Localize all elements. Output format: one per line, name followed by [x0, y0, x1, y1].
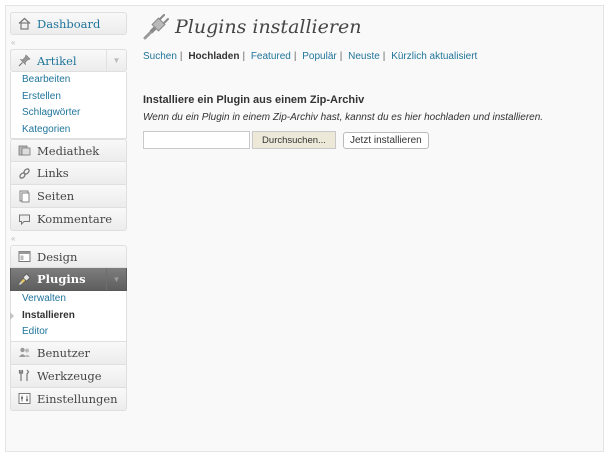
- subnav-separator: |: [339, 51, 343, 62]
- menu-label-artikel: Artikel: [37, 53, 77, 68]
- upload-form: Durchsuchen... Jetzt installieren: [143, 131, 583, 149]
- menu-separator[interactable]: «: [10, 35, 127, 49]
- menu-item-dashboard[interactable]: Dashboard: [10, 12, 127, 35]
- comment-icon: [17, 212, 31, 226]
- subnav-link-featured[interactable]: Featured: [251, 51, 291, 62]
- file-path-input[interactable]: [143, 131, 250, 149]
- menu-label-links: Links: [37, 166, 69, 180]
- menu-label-seiten: Seiten: [37, 189, 75, 203]
- menu-toggle-plugins[interactable]: ▼: [106, 268, 126, 290]
- settings-icon: [17, 392, 31, 406]
- submenu-item-erstellen[interactable]: Erstellen: [11, 89, 126, 106]
- plug-icon: [17, 272, 31, 286]
- menu-label-mediathek: Mediathek: [37, 143, 100, 158]
- submenu-plugins: Verwalten Installieren Editor: [10, 291, 127, 342]
- menu-label-benutzer: Benutzer: [37, 345, 91, 360]
- subnav-link-hochladen[interactable]: Hochladen: [188, 51, 239, 62]
- menu-label-plugins: Plugins: [37, 272, 86, 286]
- install-now-button[interactable]: Jetzt installieren: [343, 131, 429, 149]
- menu-item-kommentare[interactable]: Kommentare: [10, 208, 127, 231]
- menu-label-einstellungen: Einstellungen: [37, 391, 118, 406]
- subnav-link-neuste[interactable]: Neuste: [348, 51, 380, 62]
- media-icon: [17, 144, 31, 158]
- menu-item-werkzeuge[interactable]: Werkzeuge: [10, 364, 127, 388]
- browse-button[interactable]: Durchsuchen...: [252, 131, 336, 149]
- subnav-separator: |: [179, 51, 183, 62]
- design-icon: [17, 250, 31, 264]
- menu-toggle-artikel[interactable]: ▼: [106, 50, 126, 71]
- submenu-artikel: Bearbeiten Erstellen Schlagwörter Katego…: [10, 72, 127, 139]
- submenu-item-editor[interactable]: Editor: [11, 324, 126, 341]
- menu-item-plugins[interactable]: Plugins ▼: [10, 268, 127, 291]
- collapse-arrow-icon: «: [11, 234, 16, 243]
- menu-item-links[interactable]: Links: [10, 162, 127, 185]
- submenu-item-bearbeiten[interactable]: Bearbeiten: [11, 72, 126, 89]
- subnav-separator: |: [242, 51, 246, 62]
- collapse-arrow-icon: «: [11, 38, 16, 47]
- subnav-link-populaer[interactable]: Populär: [302, 51, 336, 62]
- users-icon: [17, 346, 31, 360]
- tools-icon: [17, 369, 31, 383]
- subnav-separator: |: [382, 51, 386, 62]
- install-subnav: Suchen | Hochladen | Featured | Populär | Ne…: [143, 51, 583, 62]
- page-title: Plugins installieren: [175, 16, 362, 38]
- menu-item-design[interactable]: Design: [10, 245, 127, 268]
- submenu-item-verwalten[interactable]: Verwalten: [11, 291, 126, 308]
- main-content: Plugins installieren Suchen | Hochladen | …: [143, 12, 583, 149]
- submenu-item-schlagwoerter[interactable]: Schlagwörter: [11, 105, 126, 122]
- submenu-item-kategorien[interactable]: Kategorien: [11, 122, 126, 139]
- submenu-item-installieren[interactable]: Installieren: [10, 308, 126, 325]
- submenu-item-installieren-label: Installieren: [22, 309, 75, 321]
- link-icon: [17, 166, 31, 180]
- subnav-link-kuerzlich-aktualisiert[interactable]: Kürzlich aktualisiert: [391, 51, 477, 62]
- current-indicator-icon: [10, 311, 14, 320]
- menu-label-kommentare: Kommentare: [37, 212, 113, 226]
- page-header: Plugins installieren: [143, 12, 583, 42]
- plugin-icon: [143, 14, 169, 40]
- admin-menu: Dashboard « Artikel ▼ Bearbeiten Erstell…: [10, 12, 127, 411]
- pushpin-icon: [17, 54, 31, 68]
- menu-label-design: Design: [37, 249, 78, 264]
- menu-item-einstellungen[interactable]: Einstellungen: [10, 387, 127, 411]
- menu-item-seiten[interactable]: Seiten: [10, 185, 127, 208]
- menu-item-benutzer[interactable]: Benutzer: [10, 341, 127, 365]
- home-icon: [17, 17, 31, 31]
- subnav-separator: |: [293, 51, 297, 62]
- upload-heading: Installiere ein Plugin aus einem Zip-Arc…: [143, 94, 365, 106]
- menu-item-mediathek[interactable]: Mediathek: [10, 139, 127, 162]
- subnav-link-suchen[interactable]: Suchen: [143, 51, 177, 62]
- menu-item-artikel[interactable]: Artikel ▼: [10, 49, 127, 72]
- menu-label-dashboard: Dashboard: [37, 16, 101, 31]
- page-icon: [17, 189, 31, 203]
- menu-separator[interactable]: «: [10, 231, 127, 245]
- upload-description: Wenn du ein Plugin in einem Zip-Archiv h…: [143, 112, 544, 123]
- menu-label-werkzeuge: Werkzeuge: [37, 368, 102, 383]
